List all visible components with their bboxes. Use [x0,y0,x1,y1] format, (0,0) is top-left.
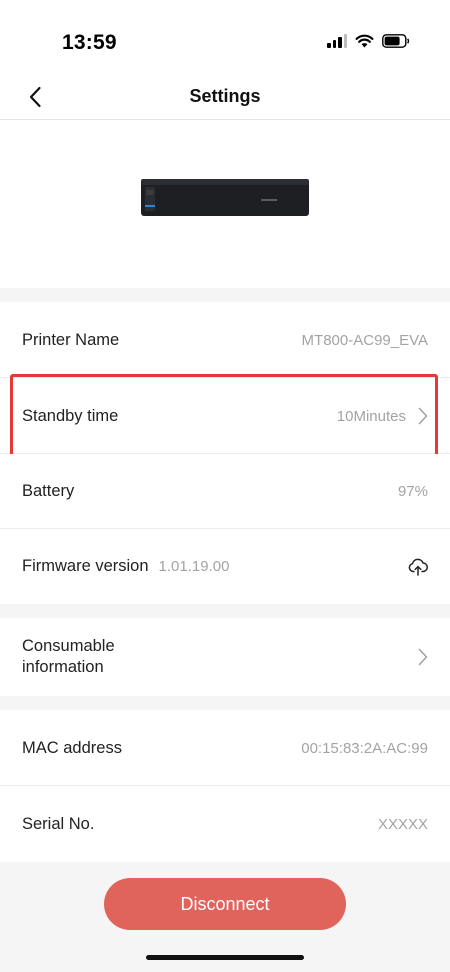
firmware-label: Firmware version [22,557,149,575]
printer-name-row: Printer Name MT800-AC99_EVA [0,302,450,378]
section-gap [0,604,450,618]
home-indicator [146,955,304,960]
section-gap [0,696,450,710]
consumable-info-label-line1: Consumable [22,637,115,655]
firmware-version-value: 1.01.19.00 [158,558,230,575]
status-time: 13:59 [62,31,117,54]
battery-label: Battery [22,482,75,500]
status-icons [327,34,410,48]
status-bar: 13:59 [0,0,450,80]
chevron-right-icon [418,648,428,666]
mac-address-row: MAC address 00:15:83:2A:AC:99 [0,710,450,786]
section-gap [0,288,450,302]
printer-image [141,179,309,216]
printer-name-value: MT800-AC99_EVA [301,331,428,349]
mac-address-value: 00:15:83:2A:AC:99 [301,739,428,757]
nav-bar: Settings [0,80,450,120]
battery-row: Battery 97% [0,454,450,529]
cloud-upload-icon[interactable] [408,558,428,576]
standby-time-row[interactable]: Standby time 10Minutes [0,378,450,454]
serial-no-label: Serial No. [22,814,95,833]
battery-value: 97% [397,483,428,500]
consumable-info-label: Consumable information [22,636,115,678]
disconnect-button[interactable]: Disconnect [104,878,346,930]
standby-time-label: Standby time [22,406,119,425]
signal-icon [327,34,347,48]
printer-name-label: Printer Name [22,330,120,349]
firmware-row: Firmware version 1.01.19.00 [0,529,450,604]
page-title: Settings [189,86,261,106]
serial-no-value: XXXXX [377,815,428,833]
wifi-icon [355,34,374,48]
battery-icon [382,34,410,48]
consumable-info-label-line2: information [22,658,104,676]
standby-time-value: 10Minutes [336,407,406,425]
serial-no-row: Serial No. XXXXX [0,786,450,862]
chevron-right-icon [418,407,428,425]
consumable-info-row[interactable]: Consumable information [0,618,450,696]
mac-address-label: MAC address [22,738,122,757]
